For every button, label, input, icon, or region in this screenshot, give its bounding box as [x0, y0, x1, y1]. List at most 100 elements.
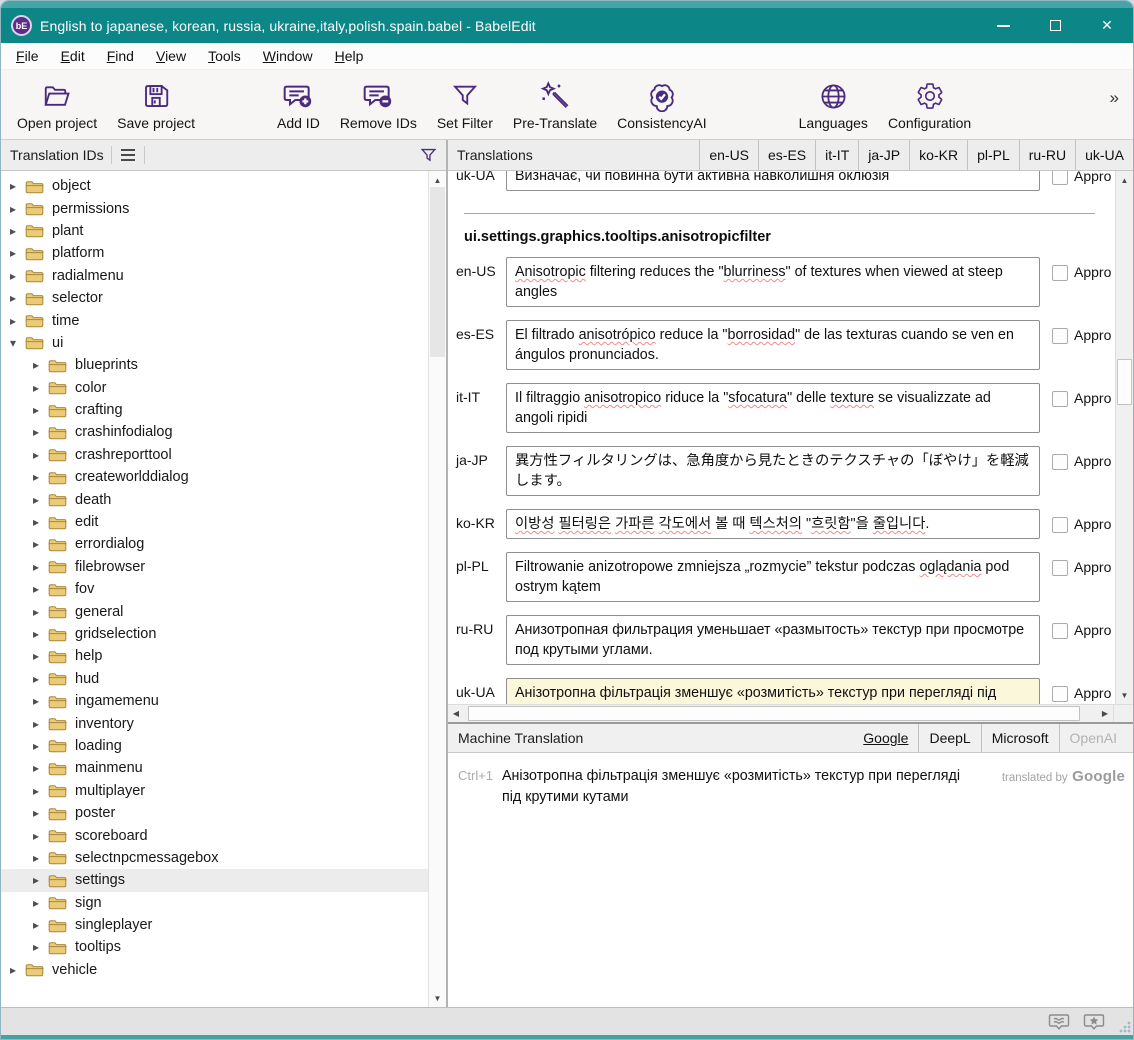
expand-arrow-icon[interactable]	[33, 403, 48, 417]
expand-arrow-icon[interactable]	[33, 537, 48, 551]
tree-item[interactable]: help	[1, 645, 446, 667]
menu-tools[interactable]: Tools	[197, 45, 252, 67]
language-tab[interactable]: es-ES	[758, 140, 815, 170]
approved-checkbox[interactable]	[1052, 560, 1068, 576]
tree-item[interactable]: fov	[1, 578, 446, 600]
expand-arrow-icon[interactable]	[33, 784, 48, 798]
add-id-button[interactable]: Add ID	[267, 74, 330, 135]
expand-arrow-icon[interactable]	[33, 694, 48, 708]
scroll-up-arrow-icon[interactable]: ▲	[1116, 173, 1133, 187]
translation-textbox[interactable]: Анізотропна фільтрація зменшує «розмитіс…	[506, 678, 1040, 704]
expand-arrow-icon[interactable]	[33, 515, 48, 529]
tree-menu-icon[interactable]	[119, 147, 137, 163]
translation-textbox[interactable]: Anisotropic filtering reduces the "blurr…	[506, 257, 1040, 307]
expand-arrow-icon[interactable]	[33, 672, 48, 686]
expand-arrow-icon[interactable]	[33, 761, 48, 775]
minimize-button[interactable]	[977, 8, 1029, 43]
open-project-button[interactable]: Open project	[7, 74, 107, 135]
translation-textbox[interactable]: El filtrado anisotrópico reduce la "borr…	[506, 320, 1040, 370]
approved-checkbox[interactable]	[1052, 686, 1068, 702]
expand-arrow-icon[interactable]	[10, 963, 25, 977]
expand-arrow-icon[interactable]	[33, 896, 48, 910]
scroll-up-arrow-icon[interactable]: ▲	[429, 173, 446, 187]
tree-item[interactable]: mainmenu	[1, 757, 446, 779]
tree-item[interactable]: errordialog	[1, 533, 446, 555]
expand-arrow-icon[interactable]	[33, 806, 48, 820]
expand-arrow-icon[interactable]	[33, 470, 48, 484]
translation-textbox[interactable]: 異方性フィルタリングは、急角度から見たときのテクスチャの「ぼやけ」を軽減します。	[506, 446, 1040, 496]
expand-arrow-icon[interactable]	[33, 739, 48, 753]
approved-checkbox[interactable]	[1052, 265, 1068, 281]
tree-item[interactable]: selector	[1, 287, 446, 309]
translation-textbox[interactable]: 이방성 필터링은 가파른 각도에서 볼 때 텍스처의 "흐릿함"을 줄입니다.	[506, 509, 1040, 539]
tree-item[interactable]: vehicle	[1, 959, 446, 981]
scroll-down-arrow-icon[interactable]: ▼	[429, 991, 446, 1005]
menu-help[interactable]: Help	[324, 45, 375, 67]
tree-item[interactable]: settings	[1, 869, 446, 891]
menu-edit[interactable]: Edit	[50, 45, 96, 67]
language-tab[interactable]: ja-JP	[858, 140, 909, 170]
tree-item[interactable]: crashreporttool	[1, 444, 446, 466]
expand-arrow-icon[interactable]	[33, 649, 48, 663]
translation-textbox[interactable]: Визначає, чи повинна бути активна навкол…	[506, 171, 1040, 191]
language-tab[interactable]: en-US	[699, 140, 758, 170]
tree-item[interactable]: platform	[1, 242, 446, 264]
expand-arrow-icon[interactable]	[10, 246, 25, 260]
tree-item[interactable]: filebrowser	[1, 556, 446, 578]
tree-item[interactable]: death	[1, 488, 446, 510]
set-filter-button[interactable]: Set Filter	[427, 74, 503, 135]
approved-checkbox[interactable]	[1052, 623, 1068, 639]
approved-checkbox[interactable]	[1052, 391, 1068, 407]
expand-arrow-icon[interactable]	[10, 314, 25, 328]
tree-item[interactable]: scoreboard	[1, 824, 446, 846]
scroll-left-arrow-icon[interactable]: ◀	[448, 709, 464, 718]
tree-item[interactable]: singleplayer	[1, 914, 446, 936]
tree-item[interactable]: multiplayer	[1, 780, 446, 802]
tree-item[interactable]: tooltips	[1, 936, 446, 958]
provider-tab-google[interactable]: Google	[853, 724, 918, 752]
tree-item[interactable]: time	[1, 309, 446, 331]
scroll-right-arrow-icon[interactable]: ▶	[1097, 709, 1113, 718]
expand-arrow-icon[interactable]	[33, 425, 48, 439]
expand-arrow-icon[interactable]	[33, 560, 48, 574]
consistency-ai-button[interactable]: ConsistencyAI	[607, 74, 716, 135]
menu-file[interactable]: File	[5, 45, 50, 67]
expand-arrow-icon[interactable]	[33, 851, 48, 865]
translations-scrollbar[interactable]: ▲ ▼	[1115, 171, 1133, 704]
scroll-down-arrow-icon[interactable]: ▼	[1116, 688, 1133, 702]
tree-item[interactable]: sign	[1, 892, 446, 914]
language-tab[interactable]: it-IT	[815, 140, 858, 170]
tree-item[interactable]: object	[1, 175, 446, 197]
scrollbar-thumb[interactable]	[430, 187, 445, 357]
horizontal-scrollbar[interactable]: ◀ ▶	[448, 704, 1133, 722]
tree-item[interactable]: loading	[1, 735, 446, 757]
expand-arrow-icon[interactable]	[33, 717, 48, 731]
tree-item[interactable]: selectnpcmessagebox	[1, 847, 446, 869]
approved-checkbox[interactable]	[1052, 328, 1068, 344]
tree-item[interactable]: blueprints	[1, 354, 446, 376]
pre-translate-button[interactable]: Pre-Translate	[503, 74, 607, 135]
language-tab[interactable]: ko-KR	[909, 140, 967, 170]
resize-grip[interactable]	[1119, 1021, 1131, 1033]
expand-arrow-icon[interactable]	[10, 336, 25, 350]
scrollbar-thumb[interactable]	[468, 706, 1080, 721]
expand-arrow-icon[interactable]	[10, 202, 25, 216]
expand-arrow-icon[interactable]	[33, 918, 48, 932]
filter-icon[interactable]	[419, 146, 438, 165]
expand-arrow-icon[interactable]	[10, 269, 25, 283]
provider-tab-openai[interactable]: OpenAI	[1059, 724, 1127, 752]
tree-item[interactable]: permissions	[1, 197, 446, 219]
expand-arrow-icon[interactable]	[33, 873, 48, 887]
title-bar[interactable]: bE English to japanese, korean, russia, …	[1, 8, 1133, 43]
tree-item[interactable]: ingamemenu	[1, 690, 446, 712]
expand-arrow-icon[interactable]	[33, 605, 48, 619]
tree-item[interactable]: plant	[1, 220, 446, 242]
translation-textbox[interactable]: Filtrowanie anizotropowe zmniejsza „rozm…	[506, 552, 1040, 602]
expand-arrow-icon[interactable]	[33, 829, 48, 843]
chat-wave-icon[interactable]	[1048, 1012, 1070, 1032]
toolbar-overflow-chevron[interactable]: »	[1110, 88, 1127, 122]
languages-button[interactable]: Languages	[789, 74, 878, 135]
expand-arrow-icon[interactable]	[10, 224, 25, 238]
expand-arrow-icon[interactable]	[33, 940, 48, 954]
expand-arrow-icon[interactable]	[33, 582, 48, 596]
